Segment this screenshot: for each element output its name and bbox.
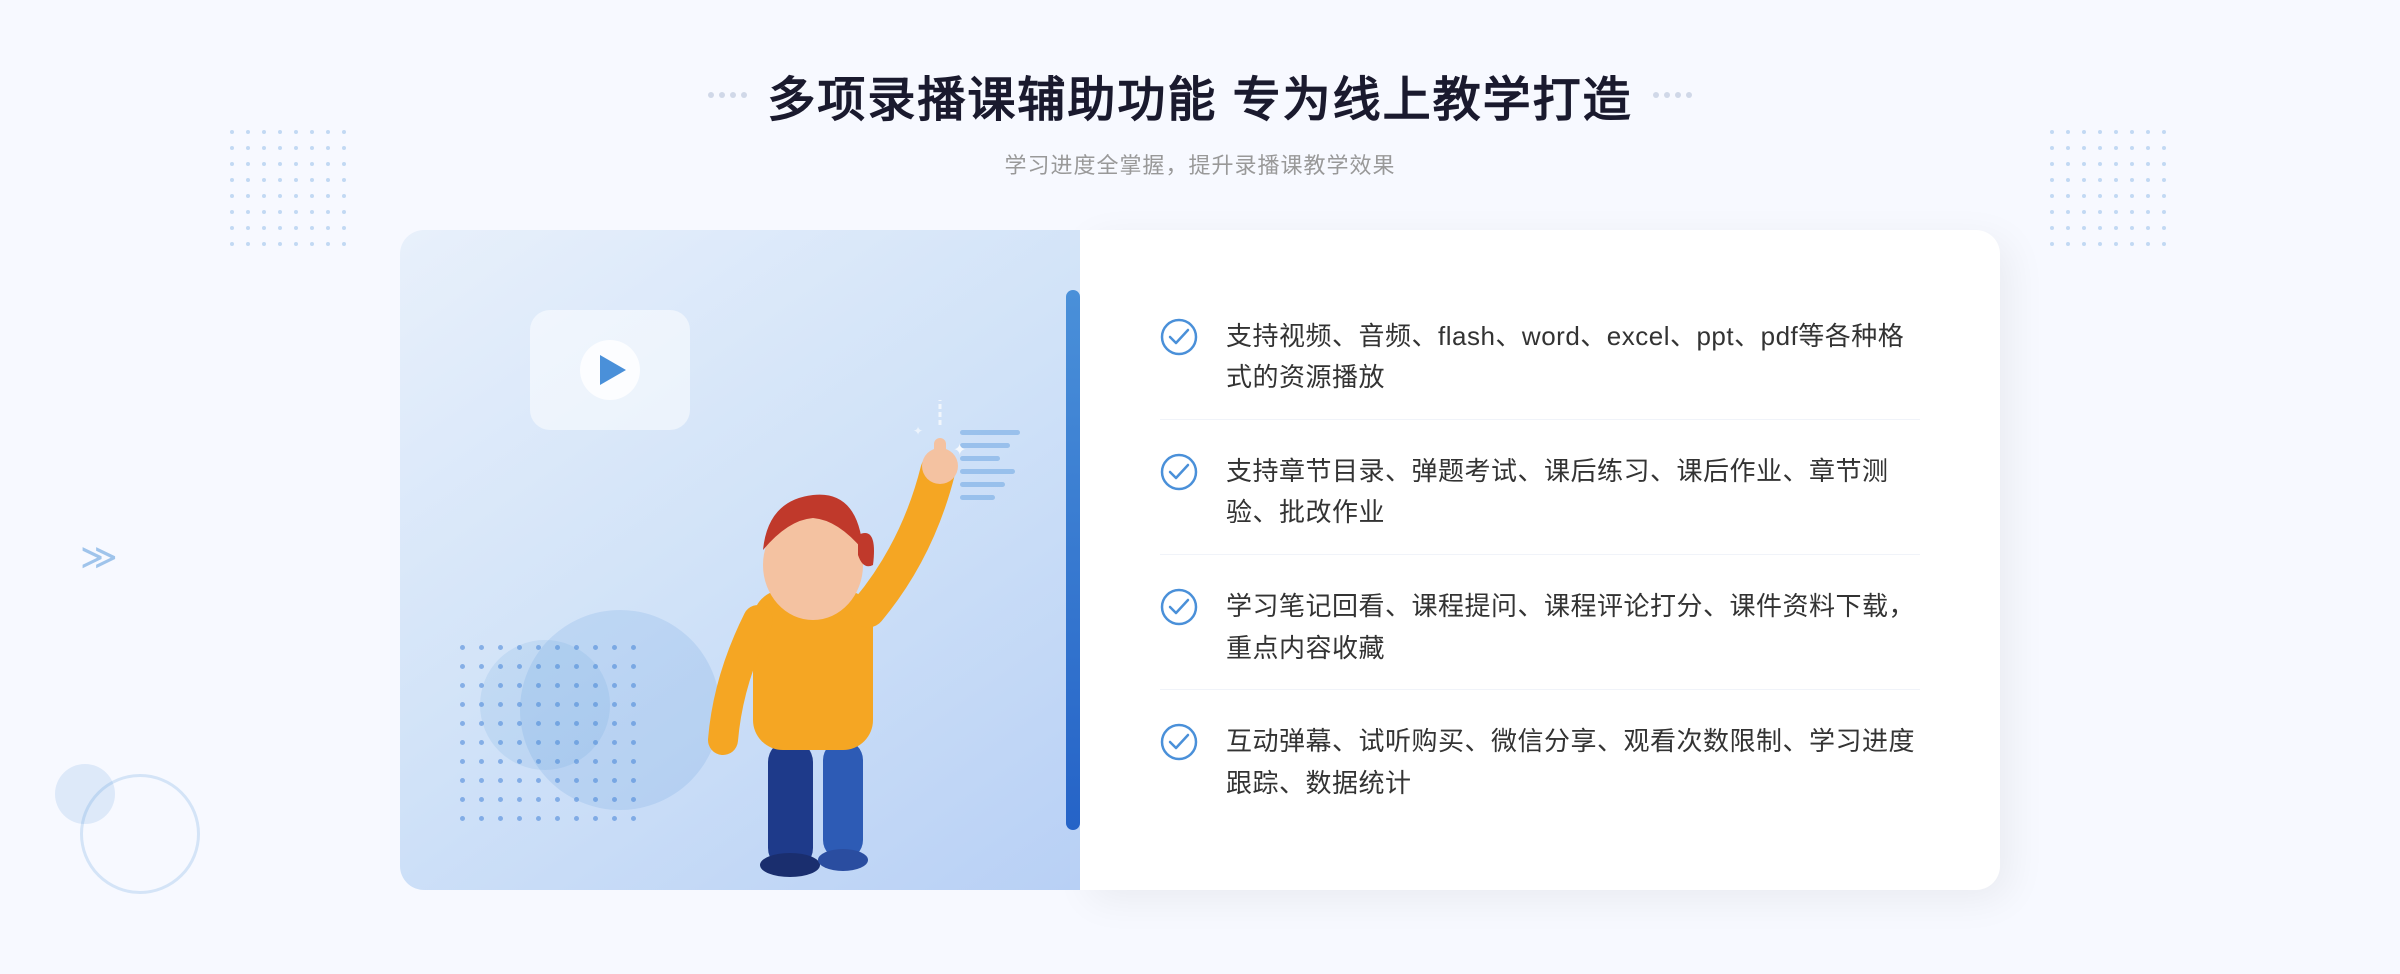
- blue-accent-bar: [1066, 290, 1080, 830]
- check-icon-3: [1160, 588, 1198, 626]
- deco-dots-right-top: [2050, 130, 2170, 250]
- title-deco-left: [708, 92, 747, 98]
- check-icon-2: [1160, 453, 1198, 491]
- check-icon-1: [1160, 318, 1198, 356]
- play-icon: [580, 340, 640, 400]
- features-panel: 支持视频、音频、flash、word、excel、ppt、pdf等各种格式的资源…: [1080, 230, 2000, 890]
- content-area: ✦ ✦ 支持视频、音频、flash、word、excel、ppt、pdf等各种格…: [400, 230, 2000, 890]
- feature-item-1: 支持视频、音频、flash、word、excel、ppt、pdf等各种格式的资源…: [1160, 296, 1920, 420]
- chevron-left-icon: ≫: [80, 536, 118, 578]
- header-section: 多项录播课辅助功能 专为线上教学打造 学习进度全掌握，提升录播课教学效果: [708, 60, 1691, 180]
- svg-text:✦: ✦: [913, 424, 923, 438]
- feature-item-3: 学习笔记回看、课程提问、课程评论打分、课件资料下载，重点内容收藏: [1160, 566, 1920, 690]
- title-deco-right: [1653, 92, 1692, 98]
- check-icon-4: [1160, 723, 1198, 761]
- feature-text-1: 支持视频、音频、flash、word、excel、ppt、pdf等各种格式的资源…: [1226, 316, 1920, 399]
- feature-text-4: 互动弹幕、试听购买、微信分享、观看次数限制、学习进度跟踪、数据统计: [1226, 721, 1920, 804]
- main-title: 多项录播课辅助功能 专为线上教学打造: [767, 60, 1632, 130]
- page-wrapper: 多项录播课辅助功能 专为线上教学打造 学习进度全掌握，提升录播课教学效果: [0, 0, 2400, 974]
- title-row: 多项录播课辅助功能 专为线上教学打造: [708, 60, 1691, 130]
- illustration-panel: ✦ ✦: [400, 230, 1080, 890]
- deco-dots-left-top: [230, 130, 350, 250]
- subtitle: 学习进度全掌握，提升录播课教学效果: [708, 148, 1691, 180]
- deco-circle-small: [55, 764, 115, 824]
- feature-item-4: 互动弹幕、试听购买、微信分享、观看次数限制、学习进度跟踪、数据统计: [1160, 701, 1920, 824]
- feature-text-3: 学习笔记回看、课程提问、课程评论打分、课件资料下载，重点内容收藏: [1226, 586, 1920, 669]
- feature-item-2: 支持章节目录、弹题考试、课后练习、课后作业、章节测验、批改作业: [1160, 431, 1920, 555]
- person-figure: ✦ ✦: [638, 370, 978, 890]
- play-triangle: [600, 355, 626, 385]
- feature-text-2: 支持章节目录、弹题考试、课后练习、课后作业、章节测验、批改作业: [1226, 451, 1920, 534]
- circle-blue-medium: [480, 640, 610, 770]
- svg-text:✦: ✦: [953, 442, 966, 459]
